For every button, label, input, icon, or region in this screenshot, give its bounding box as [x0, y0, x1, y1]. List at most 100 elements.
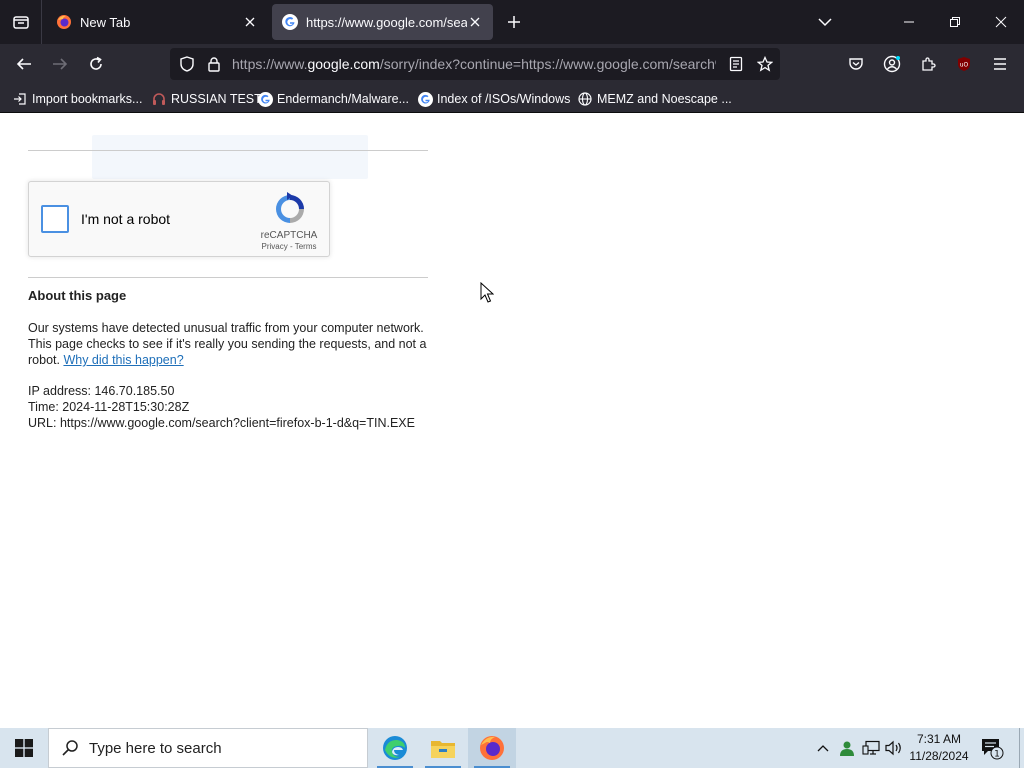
import-icon: [12, 91, 28, 107]
windows-logo-icon: [15, 739, 33, 757]
bookmark-star-icon[interactable]: [755, 54, 775, 74]
back-arrow-icon: [16, 58, 31, 70]
bookmark-label: RUSSIAN TEST: [171, 92, 262, 106]
pocket-icon: [849, 58, 863, 70]
firefox-icon: [57, 15, 71, 29]
recaptcha-label: I'm not a robot: [81, 211, 171, 227]
mouse-cursor-icon: [480, 282, 494, 303]
list-tabs-dropdown-button[interactable]: [802, 0, 848, 44]
bookmark-endermanch[interactable]: Endermanch/Malware...: [257, 89, 409, 109]
tray-user-status[interactable]: [837, 738, 857, 758]
lock-icon[interactable]: [204, 54, 224, 74]
navigation-toolbar: https://www.google.com/sorry/index?conti…: [0, 44, 1024, 84]
about-page-text: Our systems have detected unusual traffi…: [28, 320, 428, 368]
puzzle-icon: [922, 57, 936, 71]
taskbar-search-box[interactable]: Type here to search: [48, 728, 368, 768]
recaptcha-checkbox[interactable]: [41, 205, 69, 233]
tracking-protection-shield-icon[interactable]: [177, 54, 197, 74]
back-button[interactable]: [10, 50, 38, 78]
minimize-button[interactable]: [886, 0, 932, 44]
ublock-shield-icon: uO: [958, 57, 970, 71]
tab-title: https://www.google.com/search?client=fir…: [306, 14, 467, 30]
close-icon: [995, 16, 1007, 28]
tab-title: New Tab: [80, 14, 131, 30]
chevron-down-icon: [818, 18, 832, 27]
notification-count: 1: [994, 750, 1000, 760]
about-page-heading: About this page: [28, 288, 127, 303]
clock-time: 7:31 AM: [916, 732, 962, 746]
top-divider: [28, 150, 428, 151]
why-did-this-happen-link[interactable]: Why did this happen?: [63, 353, 183, 367]
reader-view-icon[interactable]: [726, 54, 746, 74]
show-hidden-icons-button[interactable]: [813, 738, 833, 758]
windows-taskbar: Type here to search 7:31 AM 11/28/2024 1: [0, 728, 1024, 768]
google-g-icon: [417, 91, 433, 107]
taskbar-edge[interactable]: [371, 728, 419, 768]
forward-button[interactable]: [46, 50, 74, 78]
show-desktop-button[interactable]: [1019, 728, 1024, 768]
list-all-tabs-button[interactable]: [0, 0, 42, 44]
new-tab-button[interactable]: [502, 10, 526, 34]
reload-icon: [90, 56, 102, 70]
tab-new-tab[interactable]: New Tab: [46, 4, 268, 40]
app-menu-button[interactable]: [986, 50, 1014, 78]
url-text[interactable]: https://www.google.com/sorry/index?conti…: [232, 56, 716, 72]
edge-icon: [383, 736, 407, 760]
tab-bar: New Tab https://www.google.com/search?cl…: [0, 0, 1024, 44]
tray-network[interactable]: [861, 738, 881, 758]
tray-volume[interactable]: [884, 738, 904, 758]
taskbar-clock[interactable]: 7:31 AM 11/28/2024: [904, 731, 974, 765]
url-domain: google.com: [307, 56, 380, 72]
start-button[interactable]: [0, 728, 48, 768]
bookmark-russian-test[interactable]: RUSSIAN TEST: [151, 89, 262, 109]
reload-button[interactable]: [82, 50, 110, 78]
svg-text:uO: uO: [960, 62, 969, 69]
google-g-icon: [282, 14, 298, 30]
bookmark-label: Import bookmarks...: [32, 92, 143, 106]
tab-list-icon: [12, 16, 29, 29]
bookmark-import[interactable]: Import bookmarks...: [12, 89, 142, 109]
extensions-button[interactable]: [914, 50, 942, 78]
account-icon: [883, 55, 901, 73]
url-line: URL: https://www.google.com/search?clien…: [28, 416, 415, 430]
headphones-icon: [151, 91, 167, 107]
clock-date: 11/28/2024: [909, 749, 969, 763]
network-monitor-icon: [862, 740, 880, 755]
recaptcha-logo-icon: [276, 192, 304, 223]
bookmark-label: Index of /ISOs/Windows: [437, 92, 571, 106]
url-suffix: /sorry/index?continue=https://www.google…: [379, 56, 716, 72]
ip-address-line: IP address: 146.70.185.50: [28, 384, 175, 398]
restore-icon: [950, 17, 960, 27]
address-bar[interactable]: https://www.google.com/sorry/index?conti…: [170, 48, 780, 80]
close-tab-icon[interactable]: [467, 14, 483, 30]
user-network-icon: [840, 741, 854, 756]
globe-icon: [577, 91, 593, 107]
bookmark-isos[interactable]: Index of /ISOs/Windows: [417, 89, 570, 109]
taskbar-file-explorer[interactable]: [419, 728, 467, 768]
time-line: Time: 2024-11-28T15:30:28Z: [28, 400, 190, 414]
web-page: I'm not a robot reCAPTCHA Privacy - Term…: [0, 113, 1024, 728]
hamburger-menu-icon: [994, 58, 1006, 70]
speaker-icon: [885, 740, 901, 756]
firefox-icon: [480, 736, 504, 760]
taskbar-firefox[interactable]: [468, 728, 516, 768]
recaptcha-brand: reCAPTCHA: [260, 230, 318, 241]
restore-button[interactable]: [932, 0, 978, 44]
tab-google-search[interactable]: https://www.google.com/search?client=fir…: [272, 4, 493, 40]
bookmarks-toolbar: Import bookmarks... RUSSIAN TEST Enderma…: [0, 84, 1024, 113]
pocket-button[interactable]: [842, 50, 870, 78]
bookmark-memz[interactable]: MEMZ and Noescape ...: [577, 89, 732, 109]
action-center-button[interactable]: 1: [980, 736, 1004, 760]
forward-arrow-icon: [53, 58, 68, 70]
url-prefix: https://www.: [232, 56, 308, 72]
close-tab-icon[interactable]: [242, 14, 258, 30]
ublock-origin-button[interactable]: uO: [950, 50, 978, 78]
faded-background-block: [92, 135, 368, 179]
account-button[interactable]: [878, 50, 906, 78]
recaptcha-privacy-terms[interactable]: Privacy - Terms: [249, 242, 329, 251]
search-icon: [62, 740, 78, 756]
bookmark-label: Endermanch/Malware...: [277, 92, 410, 106]
notification-icon: 1: [982, 739, 1004, 760]
close-window-button[interactable]: [978, 0, 1024, 44]
chevron-up-icon: [817, 745, 829, 752]
